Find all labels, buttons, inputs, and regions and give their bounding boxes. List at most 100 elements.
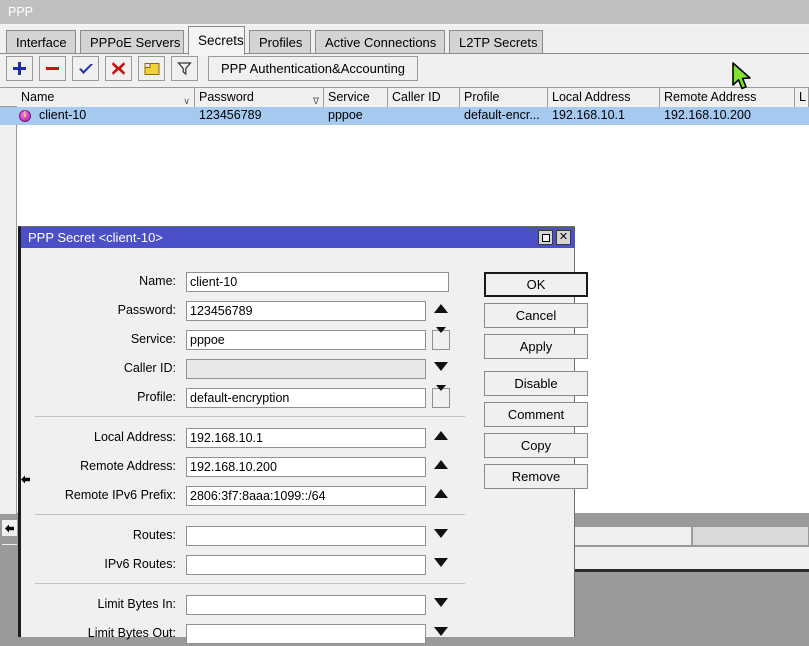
field-label: Limit Bytes In: <box>21 595 181 615</box>
chevron-down-icon <box>436 333 446 347</box>
column-header-label: L <box>799 90 806 104</box>
sort-indicator-icon: ∇ <box>313 92 319 107</box>
comment-button[interactable] <box>138 56 165 81</box>
ok-button[interactable]: OK <box>484 272 588 297</box>
field-input-profile[interactable]: default-encryption <box>186 388 426 408</box>
column-header-caller-id[interactable]: Caller ID <box>388 88 460 107</box>
note-icon <box>144 62 160 76</box>
cross-icon <box>111 61 126 76</box>
tab-active-connections[interactable]: Active Connections <box>315 30 445 54</box>
cell-service: pppoe <box>324 107 388 125</box>
maximize-button[interactable] <box>538 230 553 245</box>
field-input-name[interactable]: client-10 <box>186 272 449 292</box>
expand-down-icon[interactable] <box>434 627 448 636</box>
tab-l2tp-secrets[interactable]: L2TP Secrets <box>449 30 543 54</box>
chevron-down-icon <box>436 391 446 405</box>
field-input-remote-ipv6-prefix[interactable]: 2806:3f7:8aaa:1099::/64 <box>186 486 426 506</box>
form-row: Routes: <box>21 526 476 548</box>
expand-down-icon[interactable] <box>434 558 448 567</box>
check-icon <box>78 62 94 76</box>
form-row: Limit Bytes In: <box>21 595 476 617</box>
status-panel-bottom <box>573 547 809 569</box>
field-input-ipv6-routes[interactable] <box>186 555 426 575</box>
status-panel-left <box>573 526 692 546</box>
column-header-remote-address[interactable]: Remote Address <box>660 88 795 107</box>
field-input-password[interactable]: 123456789 <box>186 301 426 321</box>
section-divider <box>35 416 465 417</box>
remove-button[interactable] <box>39 56 66 81</box>
funnel-icon <box>177 61 192 76</box>
apply-button[interactable]: Apply <box>484 334 588 359</box>
column-header-label: Name <box>21 90 54 104</box>
expand-up-icon[interactable] <box>434 431 448 440</box>
expand-down-icon[interactable] <box>434 598 448 607</box>
form-row: Local Address:192.168.10.1 <box>21 428 476 450</box>
field-input-service[interactable]: pppoe <box>186 330 426 350</box>
field-input-caller-id[interactable] <box>186 359 426 379</box>
expand-down-icon[interactable] <box>434 529 448 538</box>
field-label: IPv6 Routes: <box>21 555 181 575</box>
arrow-left-icon <box>4 523 15 534</box>
column-header-last[interactable]: L <box>795 88 809 107</box>
form-row: Service:pppoe <box>21 330 476 352</box>
dialog-form: Name:client-10 Password:123456789 Service:… <box>21 248 575 637</box>
sort-indicator-icon: ∨ <box>183 92 190 107</box>
form-row: Profile:default-encryption <box>21 388 476 410</box>
filter-button[interactable] <box>171 56 198 81</box>
field-input-routes[interactable] <box>186 526 426 546</box>
column-header-service[interactable]: Service <box>324 88 388 107</box>
remove-button[interactable]: Remove <box>484 464 588 489</box>
field-label: Limit Bytes Out: <box>21 624 181 644</box>
ppp-window: PPP InterfacePPPoE ServersSecretsProfile… <box>0 0 809 637</box>
column-header-label: Profile <box>464 90 499 104</box>
scroll-left-button[interactable] <box>1 519 18 537</box>
disable-button[interactable] <box>105 56 132 81</box>
cell-password: 123456789 <box>195 107 324 125</box>
field-label: Routes: <box>21 526 181 546</box>
expand-up-icon[interactable] <box>434 304 448 313</box>
disable-button[interactable]: Disable <box>484 371 588 396</box>
window-title: PPP <box>0 0 809 24</box>
copy-button[interactable]: Copy <box>484 433 588 458</box>
status-panel-right <box>692 526 809 546</box>
ppp-authentication-accounting-button[interactable]: PPP Authentication&Accounting <box>208 56 418 81</box>
tab-profiles[interactable]: Profiles <box>249 30 311 54</box>
expand-down-icon[interactable] <box>434 362 448 371</box>
field-label: Local Address: <box>21 428 181 448</box>
tab-interface[interactable]: Interface <box>6 30 76 54</box>
form-row: Limit Bytes Out: <box>21 624 476 646</box>
tab-secrets[interactable]: Secrets <box>188 26 245 55</box>
enable-button[interactable] <box>72 56 99 81</box>
form-row: Remote IPv6 Prefix:2806:3f7:8aaa:1099::/… <box>21 486 476 508</box>
field-label: Name: <box>21 272 181 292</box>
maximize-icon <box>542 234 550 242</box>
comment-button[interactable]: Comment <box>484 402 588 427</box>
close-button[interactable]: ✕ <box>556 230 571 245</box>
column-header-password[interactable]: Password∇ <box>195 88 324 107</box>
table-gutter <box>0 88 17 514</box>
table-header-row: Name ∨ Password∇ Service Caller ID Profile Loc… <box>0 88 809 107</box>
dropdown-button-service[interactable] <box>432 330 450 350</box>
field-input-remote-address[interactable]: 192.168.10.200 <box>186 457 426 477</box>
close-icon: ✕ <box>559 232 568 243</box>
table-row[interactable]: client-10123456789pppoedefault-encr...19… <box>0 107 809 125</box>
cell-name: client-10 <box>35 107 195 125</box>
field-label: Remote Address: <box>21 457 181 477</box>
column-header-profile[interactable]: Profile <box>460 88 548 107</box>
column-header-local-address[interactable]: Local Address <box>548 88 660 107</box>
column-header-name[interactable]: Name ∨ <box>17 88 195 107</box>
form-row: IPv6 Routes: <box>21 555 476 577</box>
field-input-limit-bytes-out[interactable] <box>186 624 426 644</box>
expand-up-icon[interactable] <box>434 489 448 498</box>
tab-pppoe-servers[interactable]: PPPoE Servers <box>80 30 184 54</box>
field-input-local-address[interactable]: 192.168.10.1 <box>186 428 426 448</box>
field-input-limit-bytes-in[interactable] <box>186 595 426 615</box>
cancel-button[interactable]: Cancel <box>484 303 588 328</box>
expand-up-icon[interactable] <box>434 460 448 469</box>
field-label: Profile: <box>21 388 181 408</box>
add-button[interactable] <box>6 56 33 81</box>
column-header-label: Service <box>328 90 370 104</box>
dropdown-button-profile[interactable] <box>432 388 450 408</box>
form-row: Caller ID: <box>21 359 476 381</box>
form-row: Password:123456789 <box>21 301 476 323</box>
